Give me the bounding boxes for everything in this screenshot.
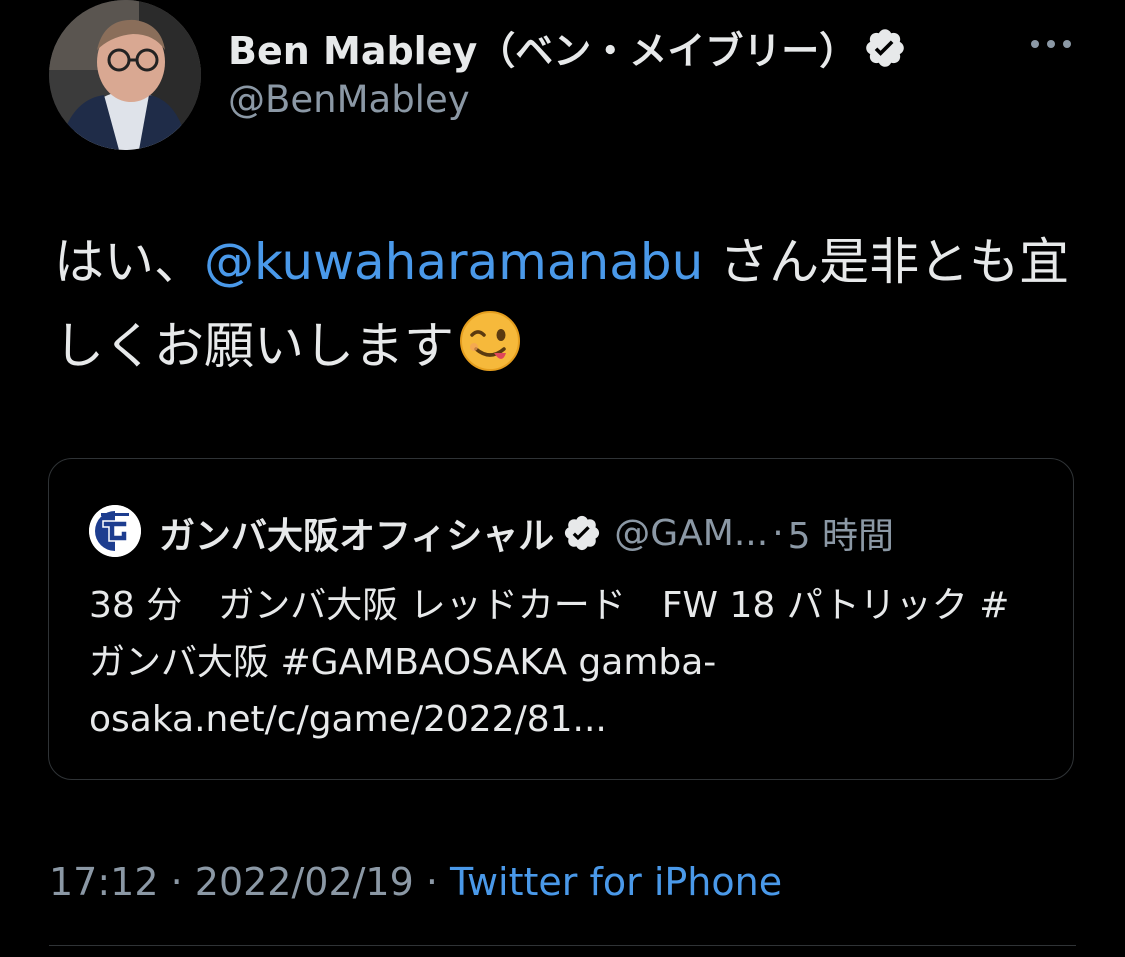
author-display-name[interactable]: Ben Mabley（ベン・メイブリー）: [228, 20, 857, 75]
tweet-time: 17:12: [49, 860, 159, 904]
author-handle[interactable]: @BenMabley: [228, 78, 470, 121]
gamba-osaka-logo-icon: [89, 505, 141, 557]
tweet-text-before: はい、: [54, 233, 204, 291]
tweet-source-link[interactable]: Twitter for iPhone: [450, 860, 782, 904]
tweet-date: 2022/02/19: [194, 860, 414, 904]
author-avatar[interactable]: [49, 0, 201, 150]
quoted-author-handle: @GAM...: [614, 512, 769, 554]
winking-face-icon: [458, 309, 522, 373]
quoted-verified-badge-icon: [562, 513, 602, 553]
quoted-tweet-card[interactable]: ガンバ大阪オフィシャル @GAM... · 5 時間 38 分 ガンバ大阪 レッ…: [48, 458, 1074, 780]
author-name-row: Ben Mabley（ベン・メイブリー）: [228, 20, 907, 75]
meta-separator-1: ·: [158, 860, 195, 904]
quoted-author-name: ガンバ大阪オフィシャル: [159, 516, 555, 557]
meta-separator-2: ·: [413, 860, 451, 904]
tweet-detail: Ben Mabley（ベン・メイブリー） @BenMabley はい、@kuwa…: [0, 0, 1125, 957]
quoted-separator: ·: [772, 512, 784, 554]
more-options-icon[interactable]: [1027, 34, 1075, 54]
divider: [49, 945, 1076, 946]
verified-badge-icon: [863, 26, 907, 70]
tweet-meta: 17:12 · 2022/02/19 · Twitter for iPhone: [49, 860, 782, 904]
tweet-text: はい、@kuwaharamanabu さん是非とも宜しくお願いします: [54, 220, 1074, 388]
quoted-timestamp: 5 時間: [787, 516, 895, 557]
quoted-tweet-header: ガンバ大阪オフィシャル @GAM... · 5 時間: [159, 507, 894, 559]
mention-link[interactable]: @kuwaharamanabu: [204, 233, 703, 291]
quoted-tweet-text: 38 分 ガンバ大阪 レッドカード FW 18 パトリック #ガンバ大阪 #GA…: [89, 585, 1010, 740]
